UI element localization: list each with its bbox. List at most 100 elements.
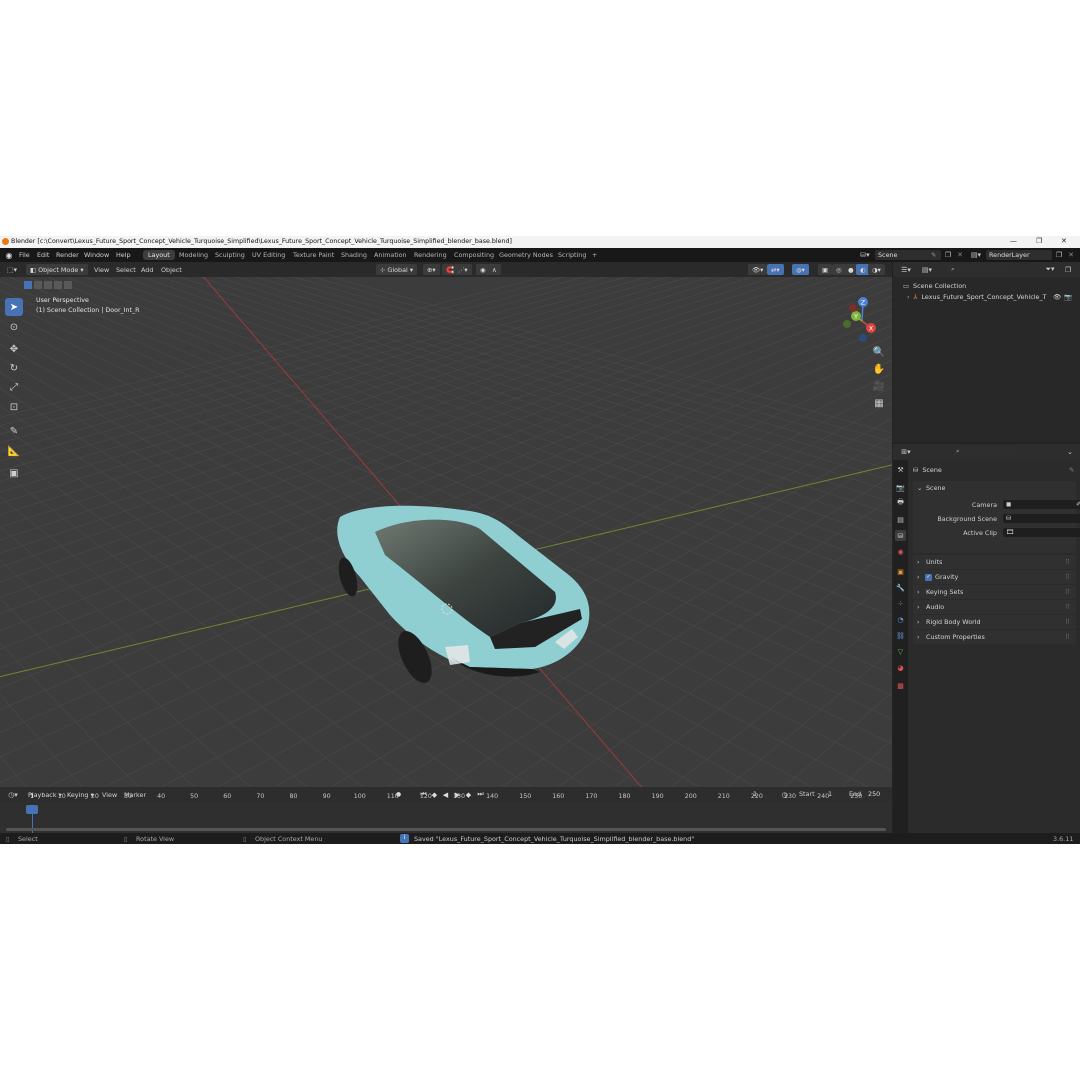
blender-menu-icon[interactable]: ◉: [4, 250, 14, 260]
tab-sculpting[interactable]: Sculpting: [210, 250, 250, 260]
delete-scene-icon[interactable]: ✕: [955, 250, 965, 260]
editor-type-icon[interactable]: ⬚▾: [4, 265, 20, 275]
select-intersect-icon[interactable]: [64, 281, 72, 289]
constraints-tab-icon[interactable]: ⛓: [895, 630, 906, 641]
transform-tool-icon[interactable]: ⊡: [5, 398, 23, 416]
measure-tool-icon[interactable]: 📐: [5, 442, 23, 460]
rendered-shading-button[interactable]: ◑▾: [868, 264, 885, 275]
visibility-eye-icon[interactable]: 👁: [1053, 293, 1061, 301]
move-tool-icon[interactable]: ✥: [5, 340, 23, 358]
next-keyframe-icon[interactable]: ◆: [464, 790, 473, 799]
select-new-icon[interactable]: [24, 281, 32, 289]
camera-view-icon[interactable]: 🎥: [871, 378, 887, 394]
tab-shading[interactable]: Shading: [336, 250, 372, 260]
render-camera-icon[interactable]: 📷: [1064, 293, 1072, 301]
menu-timeline-view[interactable]: View: [102, 791, 117, 799]
menu-edit[interactable]: Edit: [37, 251, 49, 259]
render-layer-field[interactable]: RenderLayer: [986, 250, 1052, 260]
rotate-tool-icon[interactable]: ↻: [5, 359, 23, 377]
tab-scripting[interactable]: Scripting: [553, 250, 591, 260]
car-model[interactable]: [320, 497, 610, 717]
perspective-toggle-icon[interactable]: ▦: [871, 395, 887, 411]
select-box-tool-icon[interactable]: ➤: [5, 298, 23, 316]
add-cube-tool-icon[interactable]: ▣: [5, 464, 23, 482]
texture-tab-icon[interactable]: ▩: [895, 680, 906, 691]
close-button[interactable]: ✕: [1061, 237, 1067, 245]
cursor-tool-icon[interactable]: ⊙: [5, 318, 23, 336]
physics-tab-icon[interactable]: ◔: [895, 614, 906, 625]
section-title[interactable]: Scene: [926, 484, 945, 492]
drag-handle-icon[interactable]: ⠿: [1065, 588, 1070, 596]
camera-field[interactable]: ◼ ✐: [1003, 500, 1080, 509]
drag-handle-icon[interactable]: ⠿: [1065, 558, 1070, 566]
gravity-section[interactable]: › ✓ Gravity ⠿: [913, 570, 1076, 584]
select-extend-icon[interactable]: [34, 281, 42, 289]
zoom-icon[interactable]: 🔍: [871, 344, 887, 360]
display-mode-icon[interactable]: ▤▾: [919, 265, 935, 274]
menu-file[interactable]: File: [19, 251, 30, 259]
view-layer-tab-icon[interactable]: ▤: [895, 514, 906, 525]
units-section[interactable]: › Units ⠿: [913, 555, 1076, 569]
chevron-down-icon[interactable]: ⌄: [1065, 447, 1075, 456]
overlay-toggle[interactable]: ◍▾: [792, 264, 809, 275]
pin-icon[interactable]: ✎: [1069, 466, 1074, 474]
menu-window[interactable]: Window: [84, 251, 109, 259]
menu-add[interactable]: Add: [141, 266, 153, 274]
view-layer-icon[interactable]: ▤▾: [968, 250, 984, 260]
timeline-scrollbar[interactable]: [6, 828, 886, 831]
tab-geometry-nodes[interactable]: Geometry Nodes: [494, 250, 558, 260]
visibility-dropdown[interactable]: 👁▾: [748, 264, 768, 275]
material-tab-icon[interactable]: ◕: [895, 662, 906, 673]
render-tab-icon[interactable]: 📷: [895, 482, 906, 493]
menu-select[interactable]: Select: [116, 266, 136, 274]
keying-sets-section[interactable]: › Keying Sets ⠿: [913, 585, 1076, 599]
scene-selector-icon[interactable]: ⛁▾: [857, 250, 873, 260]
start-frame-field[interactable]: Start 1: [791, 790, 837, 799]
xray-toggle[interactable]: ▣: [818, 264, 833, 275]
background-scene-field[interactable]: ⛁: [1003, 514, 1080, 523]
scene-name-field[interactable]: Scene ✎: [875, 250, 941, 260]
menu-view[interactable]: View: [94, 266, 109, 274]
object-tab-icon[interactable]: ▣: [895, 566, 906, 577]
drag-handle-icon[interactable]: ⠿: [1065, 618, 1070, 626]
maximize-button[interactable]: ❐: [1036, 237, 1042, 245]
tab-layout[interactable]: Layout: [143, 250, 175, 260]
world-tab-icon[interactable]: ◉: [895, 546, 906, 557]
output-tab-icon[interactable]: 🖶: [895, 498, 906, 509]
data-tab-icon[interactable]: ▽: [895, 646, 906, 657]
add-workspace-button[interactable]: +: [587, 250, 602, 260]
tab-texture-paint[interactable]: Texture Paint: [288, 250, 339, 260]
select-subtract-icon[interactable]: [44, 281, 52, 289]
tab-compositing[interactable]: Compositing: [449, 250, 499, 260]
tab-modeling[interactable]: Modeling: [174, 250, 213, 260]
transform-orientation-dropdown[interactable]: ⊹ Global ▾: [376, 264, 418, 275]
outliner-editor-icon[interactable]: ☰▾: [898, 265, 914, 274]
timeline-editor-icon[interactable]: ◷▾: [5, 790, 21, 799]
rigid-body-world-section[interactable]: › Rigid Body World ⠿: [913, 615, 1076, 629]
gizmo-toggle[interactable]: ⇄▾: [767, 264, 784, 275]
delete-layer-icon[interactable]: ✕: [1066, 250, 1076, 260]
minimize-button[interactable]: —: [1010, 237, 1017, 245]
filter-icon[interactable]: ⏷▾: [1043, 265, 1057, 274]
drag-handle-icon[interactable]: ⠿: [1065, 633, 1070, 641]
outliner-item[interactable]: › ⅄ Lexus_Future_Sport_Concept_Vehicle_T…: [907, 293, 1077, 301]
jump-end-icon[interactable]: ⏭: [476, 790, 485, 799]
particles-tab-icon[interactable]: ⁘: [895, 598, 906, 609]
outliner-search-input[interactable]: ⌕: [948, 264, 1010, 274]
menu-object[interactable]: Object: [161, 266, 182, 274]
play-reverse-icon[interactable]: ◀: [441, 790, 450, 799]
tab-uv-editing[interactable]: UV Editing: [247, 250, 290, 260]
snap-target-dropdown[interactable]: ⋰▾: [454, 264, 472, 275]
new-collection-icon[interactable]: ❐: [1063, 265, 1073, 274]
tab-rendering[interactable]: Rendering: [409, 250, 452, 260]
pan-hand-icon[interactable]: ✋: [871, 361, 887, 377]
pin-icon[interactable]: ✎: [931, 251, 936, 259]
eyedropper-icon[interactable]: ✐: [1076, 500, 1080, 508]
mode-dropdown[interactable]: ◧ Object Mode ▾: [26, 264, 88, 275]
select-invert-icon[interactable]: [54, 281, 62, 289]
scene-tab-icon[interactable]: ⛁: [895, 530, 906, 541]
annotate-tool-icon[interactable]: ✎: [5, 422, 23, 440]
properties-search-input[interactable]: ⌕: [953, 447, 1017, 456]
navigation-gizmo[interactable]: Z X Y: [836, 295, 886, 345]
tab-animation[interactable]: Animation: [369, 250, 412, 260]
